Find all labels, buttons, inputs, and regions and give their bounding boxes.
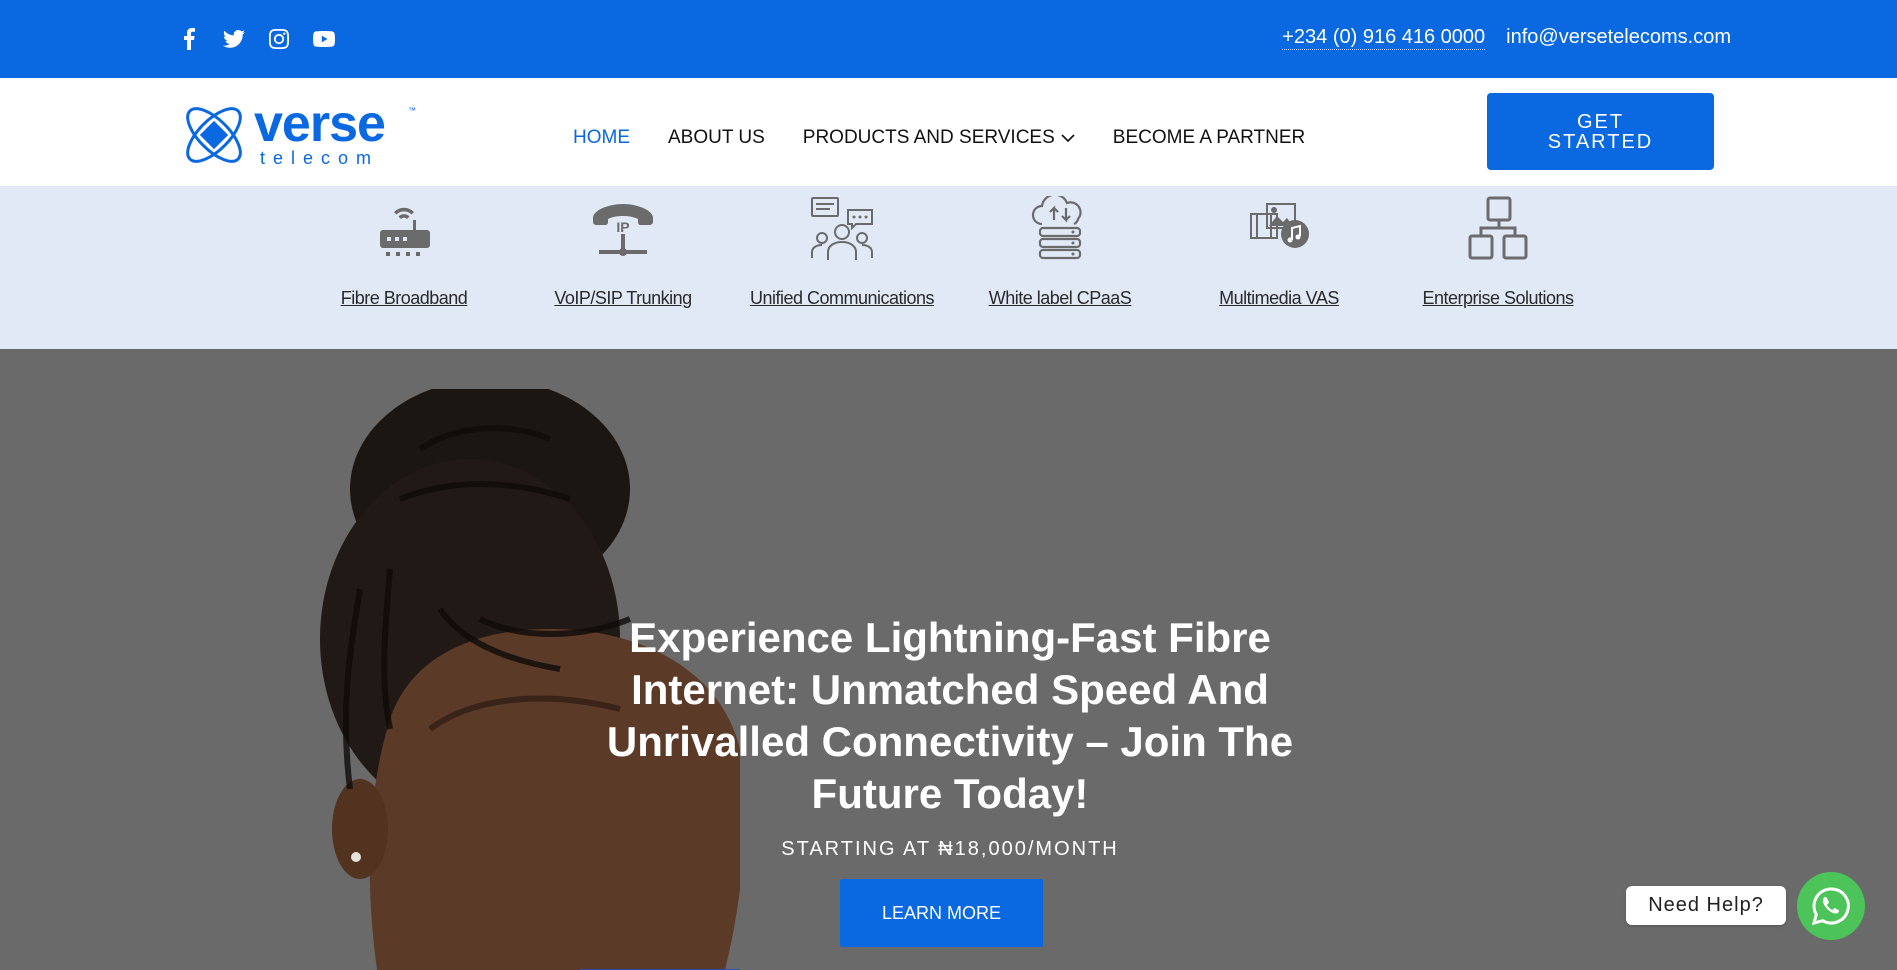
- hero-subtitle: STARTING AT ₦18,000/MONTH: [781, 838, 1119, 860]
- learn-more-button[interactable]: LEARN MORE: [840, 879, 1043, 947]
- svg-text:IP: IP: [616, 219, 629, 235]
- team-chat-icon: [810, 196, 874, 262]
- facebook-icon[interactable]: [176, 26, 201, 51]
- youtube-icon[interactable]: [311, 26, 336, 51]
- service-enterprise-solutions[interactable]: Enterprise Solutions: [1388, 186, 1608, 349]
- hero-title: Experience Lightning-Fast Fibre Internet…: [606, 614, 1294, 817]
- main-header: verse telecom ™ HOME ABOUT US PRODUCTS A…: [0, 78, 1897, 186]
- twitter-icon[interactable]: [221, 26, 246, 51]
- whatsapp-chat-button[interactable]: [1797, 872, 1865, 940]
- ip-phone-icon: IP: [591, 196, 655, 262]
- hierarchy-icon: [1466, 196, 1530, 262]
- phone-link[interactable]: +234 (0) 916 416 0000: [1282, 26, 1486, 50]
- logo-trademark: ™: [408, 106, 416, 115]
- router-icon: [372, 196, 436, 262]
- nav-products-and-services[interactable]: PRODUCTS AND SERVICES: [803, 127, 1075, 149]
- service-fibre-broadband[interactable]: Fibre Broadband: [294, 186, 514, 349]
- site-logo[interactable]: verse telecom ™: [178, 95, 416, 170]
- nav-become-a-partner[interactable]: BECOME A PARTNER: [1113, 127, 1306, 149]
- email-link[interactable]: info@versetelecoms.com: [1506, 26, 1731, 50]
- service-multimedia-vas[interactable]: Multimedia VAS: [1169, 186, 1389, 349]
- social-links: [176, 26, 336, 51]
- service-unified-communications[interactable]: Unified Communications: [732, 186, 952, 349]
- chevron-down-icon: [1061, 133, 1075, 142]
- whatsapp-icon: [1811, 887, 1850, 926]
- get-started-button[interactable]: GET STARTED: [1487, 93, 1714, 170]
- multimedia-icon: [1247, 196, 1311, 262]
- need-help-bubble[interactable]: Need Help?: [1626, 886, 1786, 925]
- logo-wordmark: verse telecom: [254, 95, 414, 168]
- service-white-label-cpaas[interactable]: White label CPaaS: [950, 186, 1170, 349]
- logo-secondary: telecom: [260, 148, 380, 168]
- logo-mark-icon: [186, 107, 242, 163]
- nav-about-us[interactable]: ABOUT US: [668, 127, 765, 149]
- services-strip: Fibre Broadband IP VoIP/SIP Trunking Uni…: [0, 186, 1897, 349]
- service-voip-sip-trunking[interactable]: IP VoIP/SIP Trunking: [513, 186, 733, 349]
- top-bar: +234 (0) 916 416 0000 info@versetelecoms…: [0, 0, 1897, 78]
- cloud-server-icon: [1028, 193, 1092, 262]
- contact-info: +234 (0) 916 416 0000 info@versetelecoms…: [1282, 26, 1731, 50]
- hero-banner: Experience Lightning-Fast Fibre Internet…: [0, 349, 1897, 970]
- nav-home[interactable]: HOME: [573, 127, 630, 149]
- main-nav: HOME ABOUT US PRODUCTS AND SERVICES BECO…: [573, 127, 1305, 149]
- instagram-icon[interactable]: [266, 26, 291, 51]
- logo-primary: verse: [254, 95, 386, 153]
